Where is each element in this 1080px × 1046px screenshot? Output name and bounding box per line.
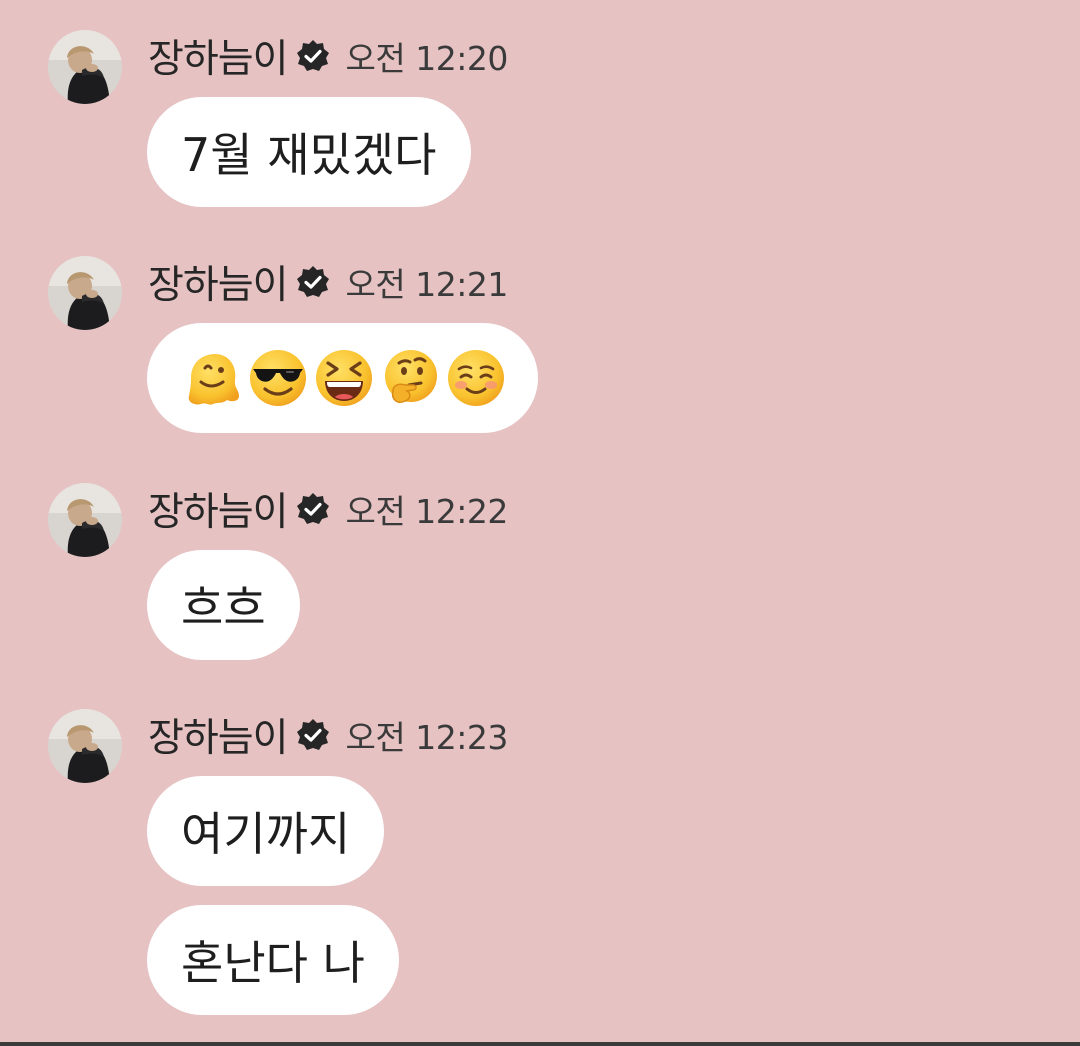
message-timestamp: 오전 12:23 (345, 718, 509, 757)
message-bubble[interactable]: 7월 재밌겠다 (147, 97, 471, 207)
grinning-squinting-face-icon (313, 347, 375, 409)
smiling-face-with-sunglasses-icon (247, 347, 309, 409)
message-text: 혼난다 나 (181, 936, 365, 990)
thinking-face-icon (379, 347, 441, 409)
message-bubble[interactable] (147, 323, 538, 433)
divider (0, 1042, 1080, 1046)
message-timestamp: 오전 12:20 (345, 39, 509, 78)
message-text: 여기까지 (181, 807, 351, 861)
sender-name[interactable]: 장하늠이 (148, 707, 289, 763)
message-bubble[interactable]: 혼난다 나 (147, 905, 399, 1015)
sender-name[interactable]: 장하늠이 (148, 28, 289, 84)
avatar[interactable] (48, 30, 122, 104)
sender-name[interactable]: 장하늠이 (148, 254, 289, 310)
message-bubble[interactable]: 여기까지 (147, 776, 385, 886)
message-text: 7월 재밌겠다 (181, 128, 437, 182)
message-header: 장하늠이 오전 12:23 (148, 713, 509, 761)
verified-badge-icon (296, 265, 330, 299)
avatar[interactable] (48, 709, 122, 783)
verified-badge-icon (296, 492, 330, 526)
sender-name[interactable]: 장하늠이 (148, 481, 289, 537)
melting-face-icon (183, 348, 243, 408)
message-header: 장하늠이 오전 12:21 (148, 260, 509, 308)
verified-badge-icon (296, 718, 330, 752)
smiling-face-icon (445, 347, 507, 409)
message-timestamp: 오전 12:21 (345, 265, 509, 304)
message-header: 장하늠이 오전 12:20 (148, 34, 509, 82)
emoji-message (183, 347, 507, 409)
verified-badge-icon (296, 39, 330, 73)
message-text: 흐흐 (181, 581, 266, 635)
message-timestamp: 오전 12:22 (345, 492, 509, 531)
avatar[interactable] (48, 256, 122, 330)
message-header: 장하늠이 오전 12:22 (148, 487, 509, 535)
message-bubble[interactable]: 흐흐 (147, 550, 300, 660)
avatar[interactable] (48, 483, 122, 557)
